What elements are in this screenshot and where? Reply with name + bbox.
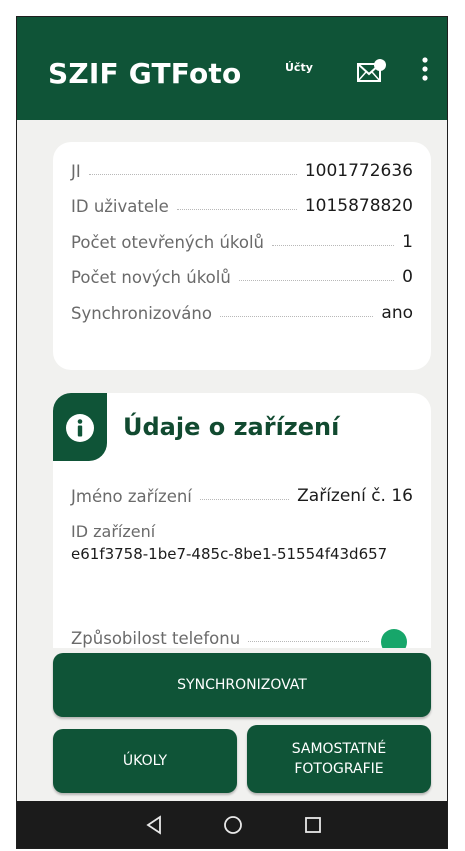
accounts-button[interactable]: Účty — [285, 61, 313, 74]
leader-dots — [238, 279, 395, 281]
phone-screen: SZIF GTFoto Účty JI 1001772636 ID uživat… — [16, 16, 448, 849]
row-value: ano — [381, 303, 413, 323]
device-info-card: Údaje o zařízení Jméno zařízení Zařízení… — [53, 393, 431, 648]
device-info-heading: Údaje o zařízení — [123, 413, 340, 441]
device-name-row: Jméno zařízení Zařízení č. 16 — [71, 483, 413, 509]
row-label: JI — [71, 161, 81, 181]
capability-status-indicator — [381, 629, 407, 648]
row-label: Jméno zařízení — [71, 486, 192, 506]
app-title: SZIF GTFoto — [48, 57, 242, 90]
summary-row-ji: JI 1001772636 — [71, 158, 413, 184]
photos-button-label-line2: FOTOGRAFIE — [294, 761, 384, 777]
leader-dots — [248, 640, 369, 642]
synchronize-button-label: SYNCHRONIZOVAT — [177, 677, 307, 693]
row-value: 1001772636 — [304, 161, 413, 181]
action-panel: SYNCHRONIZOVAT ÚKOLY SAMOSTATNÉ FOTOGRAF… — [17, 648, 447, 801]
device-id-value: e61f3758-1be7-485c-8be1-51554f43d657 — [71, 545, 388, 563]
nav-recents-icon[interactable] — [303, 814, 323, 836]
leader-dots — [199, 498, 290, 500]
content-scroll-area[interactable]: JI 1001772636 ID uživatele 1015878820 Po… — [17, 120, 447, 648]
phone-capability-row: Způsobilost telefonu — [71, 625, 377, 648]
leader-dots — [176, 208, 297, 210]
leader-dots — [219, 315, 374, 317]
synchronize-button[interactable]: SYNCHRONIZOVAT — [53, 653, 431, 717]
leader-dots — [272, 244, 395, 246]
system-nav-bar — [17, 801, 447, 848]
standalone-photos-button[interactable]: SAMOSTATNÉ FOTOGRAFIE — [247, 725, 431, 793]
leader-dots — [88, 173, 297, 175]
device-id-label: ID zařízení — [71, 522, 156, 541]
summary-row-open-tasks: Počet otevřených úkolů 1 — [71, 229, 413, 255]
nav-back-icon[interactable] — [144, 814, 164, 836]
row-value: 1015878820 — [304, 196, 413, 216]
row-label: Počet nových úkolů — [71, 267, 231, 287]
app-bar: SZIF GTFoto Účty — [17, 17, 447, 120]
row-value: 0 — [402, 267, 413, 287]
tasks-button[interactable]: ÚKOLY — [53, 729, 237, 793]
summary-row-new-tasks: Počet nových úkolů 0 — [71, 264, 413, 290]
summary-row-user-id: ID uživatele 1015878820 — [71, 193, 413, 219]
row-value: 1 — [402, 232, 413, 252]
summary-card: JI 1001772636 ID uživatele 1015878820 Po… — [53, 142, 431, 370]
tasks-button-label: ÚKOLY — [122, 753, 168, 769]
info-icon — [53, 393, 107, 461]
nav-home-icon[interactable] — [222, 814, 244, 836]
row-value: Zařízení č. 16 — [297, 486, 413, 506]
mail-notification-icon[interactable] — [357, 59, 387, 85]
photos-button-label-line1: SAMOSTATNÉ — [291, 741, 387, 757]
row-label: Synchronizováno — [71, 303, 212, 323]
more-vertical-icon[interactable] — [421, 55, 429, 85]
summary-row-synchronized: Synchronizováno ano — [71, 300, 413, 326]
row-label: Počet otevřených úkolů — [71, 232, 265, 252]
row-label: Způsobilost telefonu — [71, 628, 241, 648]
row-label: ID uživatele — [71, 196, 169, 216]
